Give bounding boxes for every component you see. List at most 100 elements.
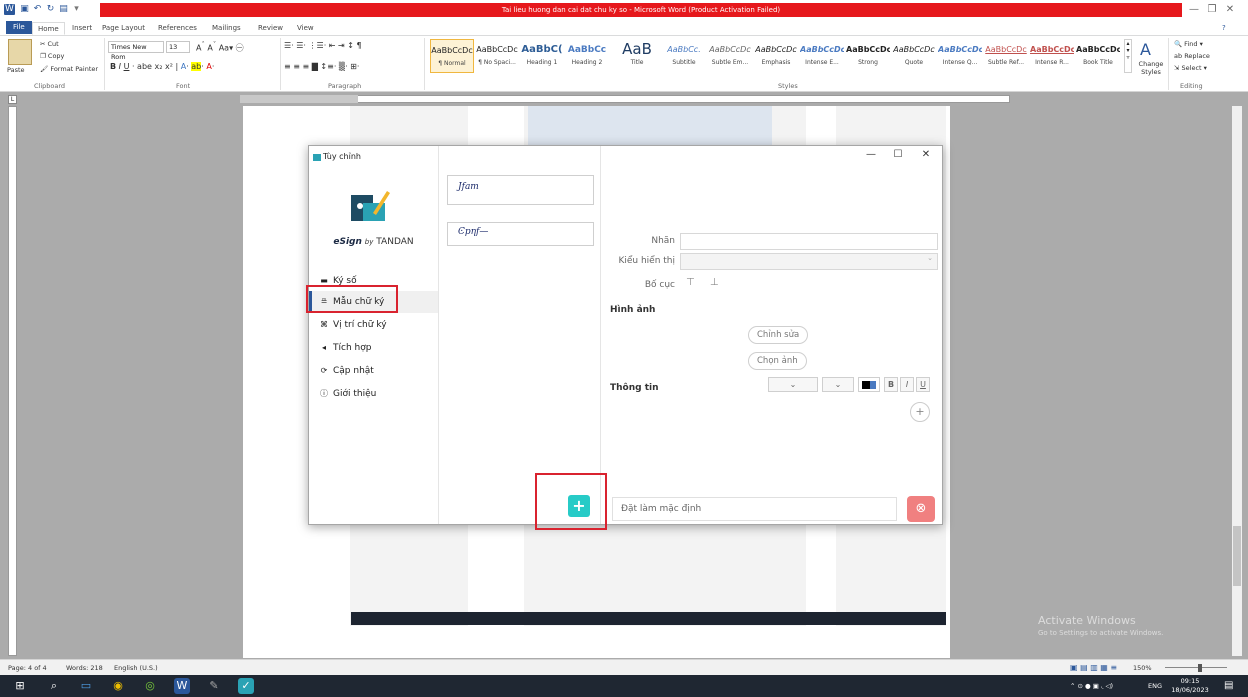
font-size-input[interactable]: ⌄ <box>822 377 854 392</box>
add-info-icon[interactable]: + <box>910 402 930 422</box>
paste-icon[interactable] <box>8 39 32 65</box>
tray-icons[interactable]: ⌃ ⊙ ● ▣ ◟ ◁) <box>1070 682 1113 690</box>
list-icons[interactable]: ☰· ☰· ⋮☰· ⇤ ⇥ ↕ ¶ <box>284 41 362 50</box>
tray-language[interactable]: ENG <box>1148 682 1162 690</box>
help-icon[interactable]: ? <box>1222 22 1226 35</box>
tab-insert[interactable]: Insert <box>72 22 92 35</box>
tray-date[interactable]: 18/06/2023 <box>1166 686 1214 694</box>
tab-view[interactable]: View <box>297 22 314 35</box>
windows-start-icon[interactable]: ⊞ <box>12 678 28 694</box>
brand-name: eSign by TANDAN <box>333 237 414 247</box>
tray-time[interactable]: 09:15 <box>1172 677 1208 685</box>
style-subtle-emphasis[interactable]: AaBbCcDc Subtle Em... <box>708 39 752 73</box>
style-intense-quote[interactable]: AaBbCcDc Intense Q... <box>938 39 982 73</box>
esign-taskbar-icon[interactable]: ✓ <box>238 678 254 694</box>
word-app-icon[interactable]: W <box>4 4 15 15</box>
tab-selector[interactable]: L <box>8 95 17 104</box>
style-heading-2[interactable]: AaBbCc Heading 2 <box>565 39 609 73</box>
taskview-icon[interactable]: ▭ <box>78 678 94 694</box>
copy-button[interactable]: ❐ Copy <box>40 52 64 60</box>
style-book-title[interactable]: AaBbCcDc Book Title <box>1076 39 1120 73</box>
view-mode-icons[interactable]: ▣ ▤ ▥ ▦ ≡ <box>1070 663 1117 672</box>
select-button[interactable]: ⇲ Select ▾ <box>1174 64 1207 72</box>
scrollbar-thumb[interactable] <box>1233 526 1241 586</box>
tab-review[interactable]: Review <box>258 22 283 35</box>
delete-template-button[interactable]: ⊗ <box>907 496 935 522</box>
style-normal[interactable]: AaBbCcDc ¶ Normal <box>430 39 474 73</box>
redo-icon[interactable]: ↻ <box>45 4 56 15</box>
style-no-spacing[interactable]: AaBbCcDc ¶ No Spaci... <box>475 39 519 73</box>
replace-button[interactable]: ab Replace <box>1174 52 1210 60</box>
find-button[interactable]: 🔍 Find ▾ <box>1174 40 1203 48</box>
font-format-icons[interactable]: B I U · abe x₂ x² | A· ab· A· <box>110 62 214 71</box>
style-strong[interactable]: AaBbCcDc Strong <box>846 39 890 73</box>
style-emphasis[interactable]: AaBbCcDc Emphasis <box>754 39 798 73</box>
format-painter-button[interactable]: 🖌 Format Painter <box>40 65 98 73</box>
edit-image-button[interactable]: Chỉnh sửa <box>748 326 809 344</box>
choose-image-button[interactable]: Chọn ảnh <box>748 352 807 370</box>
paste-button[interactable]: Paste <box>7 66 25 74</box>
name-input[interactable] <box>680 233 938 250</box>
align-icons[interactable]: ≡ ≡ ≡ ▇ ↕≡· ▒· ⊞· <box>284 62 359 71</box>
tab-references[interactable]: References <box>158 22 197 35</box>
tab-mailings[interactable]: Mailings <box>212 22 241 35</box>
close-window-icon[interactable]: ✕ <box>1222 4 1238 16</box>
tab-file[interactable]: File <box>6 21 32 34</box>
vertical-scrollbar[interactable] <box>1232 106 1242 656</box>
word-count[interactable]: Words: 218 <box>66 664 103 672</box>
refresh-icon: ⟳ <box>320 366 328 375</box>
nav-vi-tri-chu-ky[interactable]: ⌘ Vị trí chữ ký <box>309 314 438 336</box>
font-select[interactable]: ⌄ <box>768 377 818 392</box>
print-preview-icon[interactable]: ▤ <box>58 4 69 15</box>
style-title[interactable]: AaB Title <box>615 39 659 73</box>
coccoc-icon[interactable]: ◎ <box>142 678 158 694</box>
zoom-level[interactable]: 150% <box>1133 664 1152 672</box>
color-picker[interactable] <box>858 377 880 392</box>
search-icon[interactable]: ⌕ <box>46 678 62 694</box>
word-taskbar-icon[interactable]: W <box>174 678 190 694</box>
font-size-select[interactable]: 13 <box>166 41 190 53</box>
signature-template-2[interactable]: Ͼpηf— <box>447 222 594 246</box>
signature-template-1[interactable]: Jfam <box>447 175 594 205</box>
style-subtle-reference[interactable]: AaBbCcDc Subtle Ref... <box>984 39 1028 73</box>
bold-button[interactable]: B <box>884 377 898 392</box>
nav-tich-hop[interactable]: ◂ Tích hợp <box>309 337 438 359</box>
customize-qat-icon[interactable]: ▾ <box>71 4 82 15</box>
tab-page-layout[interactable]: Page Layout <box>102 22 145 35</box>
zoom-slider-thumb[interactable] <box>1198 664 1202 672</box>
font-name-select[interactable]: Times New Rom <box>108 41 164 61</box>
underline-button[interactable]: U <box>916 377 930 392</box>
vertical-ruler[interactable] <box>8 106 17 656</box>
page-count[interactable]: Page: 4 of 4 <box>8 664 47 672</box>
minimize-icon[interactable]: — <box>1186 4 1202 16</box>
style-subtitle[interactable]: AaBbCc. Subtitle <box>662 39 706 73</box>
chrome-icon[interactable]: ◉ <box>110 678 126 694</box>
styles-scroll[interactable]: ▴ ▾ ▿ <box>1124 39 1132 73</box>
display-type-select[interactable]: ⌄ <box>680 253 938 270</box>
set-default-field[interactable]: Đặt làm mặc định <box>612 497 897 521</box>
layout-options[interactable]: ⊤ ⊥ <box>686 277 725 288</box>
italic-button[interactable]: I <box>900 377 914 392</box>
nav-cap-nhat[interactable]: ⟳ Cập nhật <box>309 360 438 382</box>
position-icon: ⌘ <box>320 320 328 329</box>
style-intense-reference[interactable]: AaBbCcDc Intense R... <box>1030 39 1074 73</box>
style-intense-emphasis[interactable]: AaBbCcDc Intense E... <box>800 39 844 73</box>
cut-button[interactable]: ✂ Cut <box>40 40 59 48</box>
change-styles-button[interactable]: Change Styles <box>1137 60 1165 76</box>
nav-gioi-thieu[interactable]: ⓘ Giới thiệu <box>309 383 438 405</box>
change-styles-icon[interactable]: A <box>1140 40 1151 59</box>
tab-home[interactable]: Home <box>32 22 65 35</box>
language[interactable]: English (U.S.) <box>114 664 158 672</box>
save-icon[interactable]: ▣ <box>19 4 30 15</box>
display-type-label: Kiểu hiển thị <box>618 256 675 266</box>
notification-icon[interactable]: ▤ <box>1224 680 1233 691</box>
style-quote[interactable]: AaBbCcDc Quote <box>892 39 936 73</box>
undo-icon[interactable]: ↶ <box>32 4 43 15</box>
esign-logo <box>351 191 390 221</box>
font-group-label: Font <box>176 82 191 90</box>
paint-icon[interactable]: ✎ <box>206 678 222 694</box>
grow-font-icon[interactable]: Aˆ Aˇ Aa▾ ㊀ <box>196 41 244 54</box>
restore-icon[interactable]: ❐ <box>1204 4 1220 16</box>
style-heading-1[interactable]: AaBbC(Heading 1 <box>520 39 564 73</box>
zoom-slider[interactable] <box>1165 667 1227 668</box>
